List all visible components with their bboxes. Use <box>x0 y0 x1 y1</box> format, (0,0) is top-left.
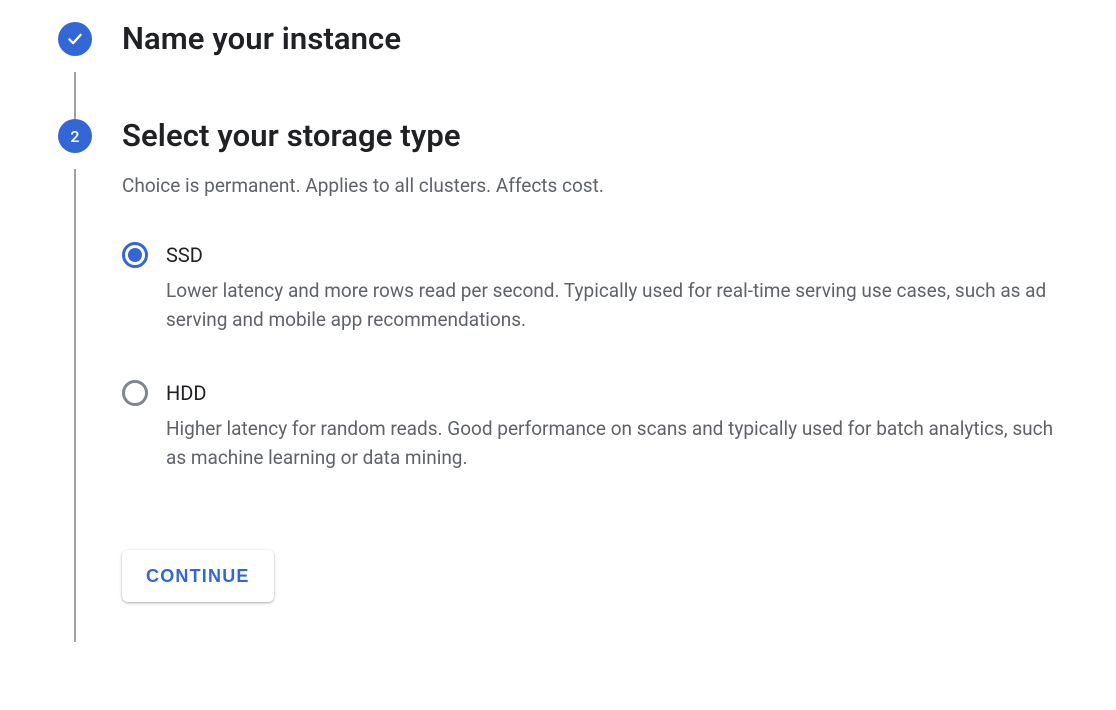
step-subtitle: Choice is permanent. Applies to all clus… <box>122 172 1076 200</box>
option-hdd[interactable]: HDD Higher latency for random reads. Goo… <box>122 380 1076 472</box>
step-rail <box>58 16 92 113</box>
option-label-hdd: HDD <box>166 380 1076 406</box>
radio-selected-icon[interactable] <box>122 242 148 268</box>
check-icon <box>66 30 84 48</box>
option-text: SSD Lower latency and more rows read per… <box>148 242 1076 334</box>
storage-options: SSD Lower latency and more rows read per… <box>122 242 1076 472</box>
step-connector <box>74 169 76 642</box>
step-storage-type: 2 Select your storage type Choice is per… <box>58 113 1076 642</box>
stepper: Name your instance 2 Select your storage… <box>0 0 1116 642</box>
step-number-badge: 2 <box>58 119 92 153</box>
continue-button[interactable]: CONTINUE <box>122 550 274 602</box>
step-complete-icon <box>58 22 92 56</box>
step-name-instance[interactable]: Name your instance <box>58 16 1076 113</box>
option-label-ssd: SSD <box>166 242 1076 268</box>
option-desc-hdd: Higher latency for random reads. Good pe… <box>166 414 1076 472</box>
step-body: Name your instance <box>92 16 1076 113</box>
step-rail: 2 <box>58 113 92 642</box>
step-title-storage-type: Select your storage type <box>122 117 1076 154</box>
option-text: HDD Higher latency for random reads. Goo… <box>148 380 1076 472</box>
radio-unselected-icon[interactable] <box>122 380 148 406</box>
option-desc-ssd: Lower latency and more rows read per sec… <box>166 276 1076 334</box>
step-body: Select your storage type Choice is perma… <box>92 113 1076 642</box>
option-ssd[interactable]: SSD Lower latency and more rows read per… <box>122 242 1076 334</box>
step-number: 2 <box>70 127 79 146</box>
step-title-name-instance: Name your instance <box>122 20 1076 57</box>
step-actions: CONTINUE <box>122 550 1076 602</box>
